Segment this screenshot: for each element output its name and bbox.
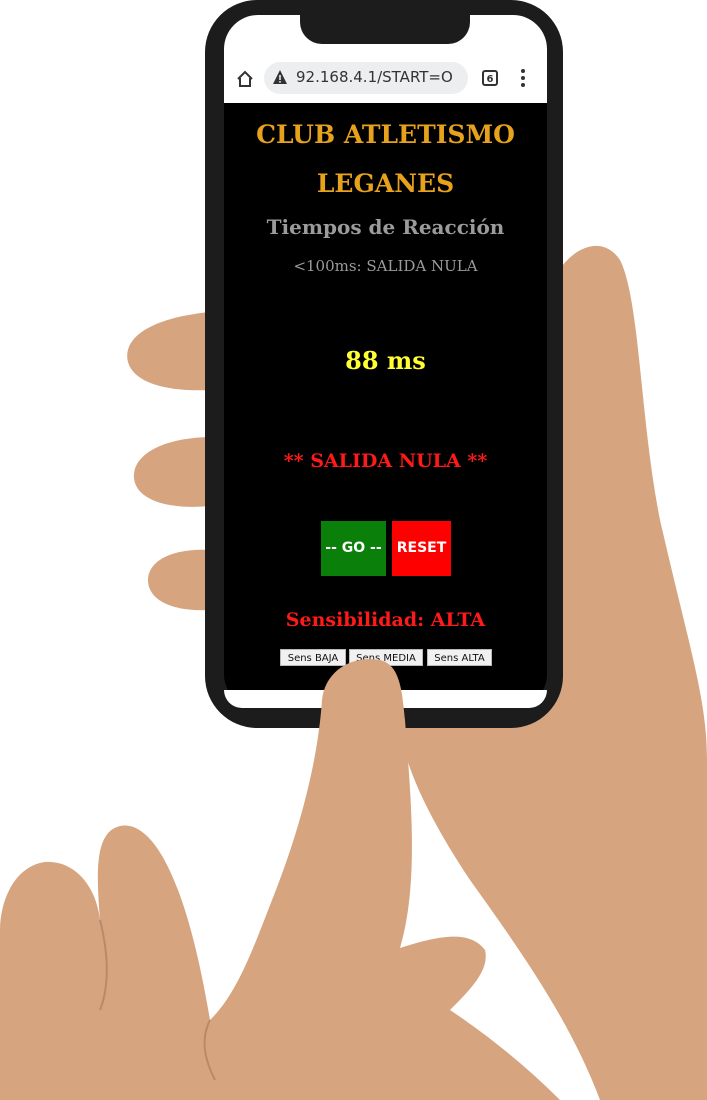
pointing-hand [0,659,560,1100]
